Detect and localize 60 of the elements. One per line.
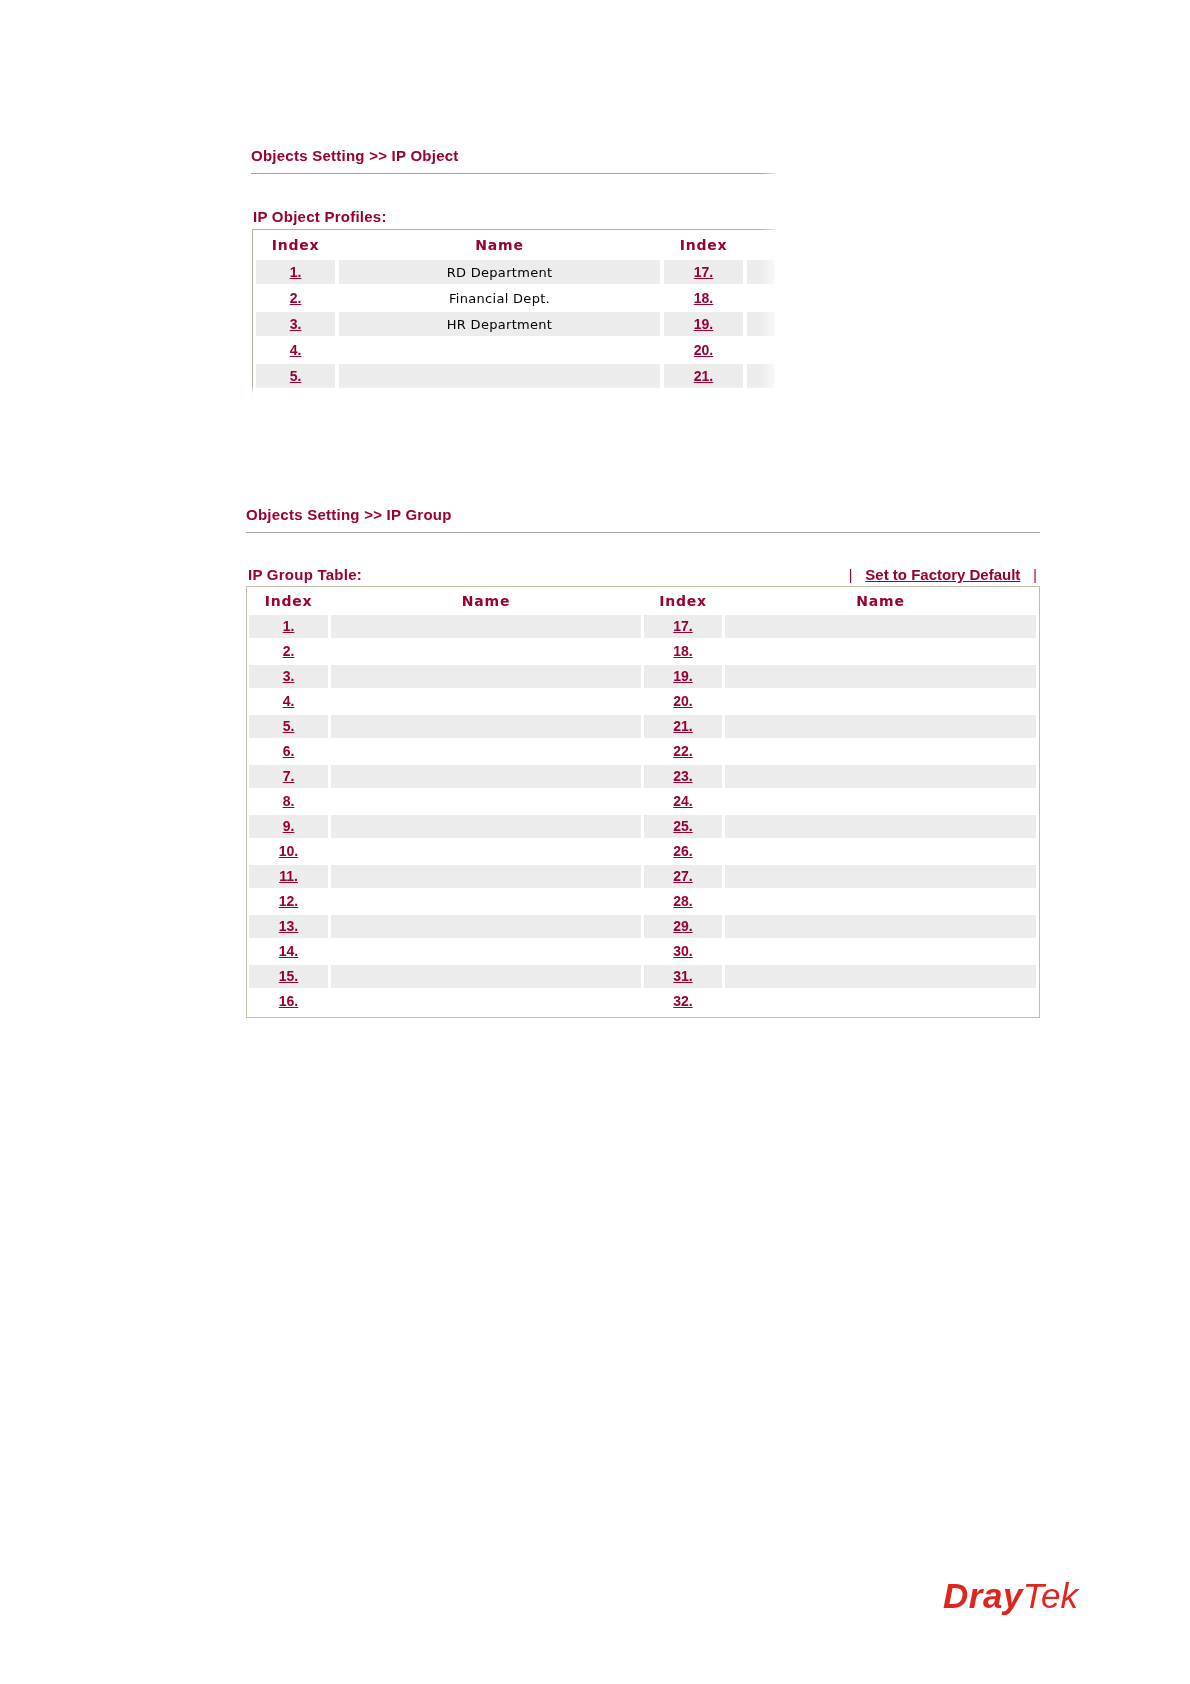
table-title: IP Group Table: [248, 566, 363, 584]
index-link[interactable]: 31. [673, 968, 693, 985]
index-link[interactable]: 20. [673, 693, 693, 710]
index-link[interactable]: 19. [673, 668, 693, 685]
index-link[interactable]: 20. [693, 341, 714, 359]
separator: | [848, 566, 853, 584]
index-link[interactable]: 5. [282, 718, 295, 735]
index-link[interactable]: 8. [282, 793, 295, 810]
index-link[interactable]: 18. [693, 289, 714, 307]
index-link[interactable]: 6. [282, 743, 295, 760]
index-link[interactable]: 25. [673, 818, 693, 835]
index-link[interactable]: 12. [278, 893, 299, 910]
column-header: Name [856, 592, 905, 610]
index-link[interactable]: 17. [673, 618, 693, 635]
breadcrumb-title: Objects Setting >> IP Group [246, 506, 452, 524]
column-header: Index [271, 236, 320, 254]
profile-name: HR Department [446, 315, 553, 333]
brand-logo: DrayTek [943, 1577, 1078, 1616]
index-link[interactable]: 11. [279, 868, 298, 885]
index-link[interactable]: 5. [289, 367, 302, 385]
index-link[interactable]: 21. [673, 718, 693, 735]
index-link[interactable]: 1. [289, 263, 302, 281]
index-link[interactable]: 30. [673, 943, 693, 960]
index-link[interactable]: 27. [673, 868, 693, 885]
index-link[interactable]: 13. [278, 918, 299, 935]
separator: | [1033, 566, 1037, 584]
index-link[interactable]: 3. [282, 668, 295, 685]
breadcrumb-title: Objects Setting >> IP Object [251, 147, 459, 165]
index-link[interactable]: 29. [673, 918, 693, 935]
column-header: Name [461, 592, 511, 610]
index-link[interactable]: 3. [289, 315, 302, 333]
column-header: Index [679, 236, 728, 254]
profile-name: Financial Dept. [448, 289, 551, 307]
index-link[interactable]: 18. [673, 643, 693, 660]
index-link[interactable]: 1. [282, 618, 295, 635]
index-link[interactable]: 21. [693, 367, 714, 385]
profile-name: RD Department [446, 263, 553, 281]
column-header: Index [659, 592, 707, 610]
table-title: IP Object Profiles: [253, 208, 387, 226]
index-link[interactable]: 22. [673, 743, 693, 760]
index-link[interactable]: 2. [289, 289, 302, 307]
index-link[interactable]: 2. [282, 643, 295, 660]
factory-default-link[interactable]: Set to Factory Default [865, 566, 1021, 584]
index-link[interactable]: 7. [282, 768, 295, 785]
column-header: Name [475, 236, 524, 254]
index-link[interactable]: 4. [282, 693, 295, 710]
index-link[interactable]: 24. [673, 793, 693, 810]
index-link[interactable]: 16. [278, 993, 299, 1010]
index-link[interactable]: 14. [278, 943, 299, 960]
index-link[interactable]: 23. [673, 768, 693, 785]
index-link[interactable]: 10. [278, 843, 299, 860]
index-link[interactable]: 32. [673, 993, 693, 1010]
index-link[interactable]: 28. [673, 893, 693, 910]
index-link[interactable]: 26. [673, 843, 693, 860]
column-header: Index [264, 592, 313, 610]
index-link[interactable]: 9. [282, 818, 295, 835]
index-link[interactable]: 19. [693, 315, 714, 333]
index-link[interactable]: 17. [693, 263, 714, 281]
index-link[interactable]: 15. [278, 968, 299, 985]
index-link[interactable]: 4. [289, 341, 302, 359]
